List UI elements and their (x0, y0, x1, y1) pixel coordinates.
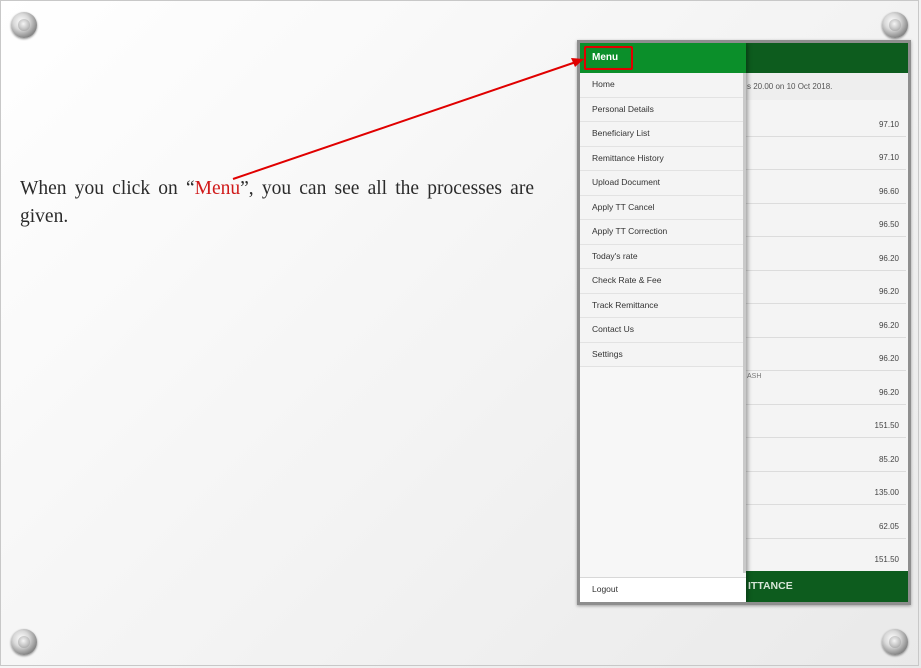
menu-item-home[interactable]: Home (580, 73, 743, 98)
rivet-bottom-left-icon (11, 629, 37, 655)
menu-button[interactable]: Menu (584, 46, 633, 70)
menu-item-beneficiary-list[interactable]: Beneficiary List (580, 122, 743, 147)
menu-item-apply-tt-cancel[interactable]: Apply TT Cancel (580, 195, 743, 220)
rate-value: 151.50 (874, 555, 899, 564)
drawer-header: Menu (580, 43, 746, 73)
rivet-top-left-icon (11, 12, 37, 38)
rate-value: 96.20 (878, 287, 899, 296)
menu-item-today-s-rate[interactable]: Today's rate (580, 244, 743, 269)
menu-item-contact-us[interactable]: Contact Us (580, 318, 743, 343)
navigation-drawer: Menu Home Personal Details Beneficiary Lis… (580, 43, 746, 602)
rate-value: 96.20 (878, 253, 899, 263)
caption-text-before: When you click on “ (20, 178, 195, 199)
menu-item-settings[interactable]: Settings (580, 342, 743, 367)
rate-value: 96.20 (878, 387, 899, 397)
menu-item-upload-document[interactable]: Upload Document (580, 171, 743, 196)
app-screen: s 20.00 on 10 Oct 2018. 97.10 97.10 96.60 9… (580, 43, 908, 602)
rate-value: 96.60 (878, 186, 899, 196)
rate-value: 97.10 (878, 153, 899, 162)
menu-item-apply-tt-correction[interactable]: Apply TT Correction (580, 220, 743, 245)
rate-value: 96.20 (878, 320, 899, 330)
logout-menu-item[interactable]: Logout (580, 577, 746, 602)
rate-value: 151.50 (874, 421, 899, 430)
menu-item-personal-details[interactable]: Personal Details (580, 97, 743, 122)
rate-value: 85.20 (878, 454, 899, 464)
menu-list: Home Personal Details Beneficiary List Remi… (580, 73, 743, 367)
menu-item-check-rate-fee[interactable]: Check Rate & Fee (580, 269, 743, 294)
rate-value: 135.00 (874, 488, 899, 497)
menu-item-remittance-history[interactable]: Remittance History (580, 146, 743, 171)
rate-row-sublabel: ASH (747, 373, 762, 380)
rate-value: 62.05 (878, 521, 899, 531)
rate-value: 97.10 (878, 119, 899, 129)
app-screenshot-frame: s 20.00 on 10 Oct 2018. 97.10 97.10 96.60 9… (577, 40, 911, 605)
menu-item-track-remittance[interactable]: Track Remittance (580, 293, 743, 318)
caption-menu-highlight: Menu (194, 178, 241, 199)
rate-value: 96.50 (878, 220, 899, 229)
rivet-bottom-right-icon (882, 629, 908, 655)
drawer-scrollbar[interactable] (743, 73, 746, 573)
rate-value: 96.20 (878, 354, 899, 363)
rivet-top-right-icon (882, 12, 908, 38)
slide-caption: When you click on “Menu”, you can see al… (20, 175, 534, 231)
